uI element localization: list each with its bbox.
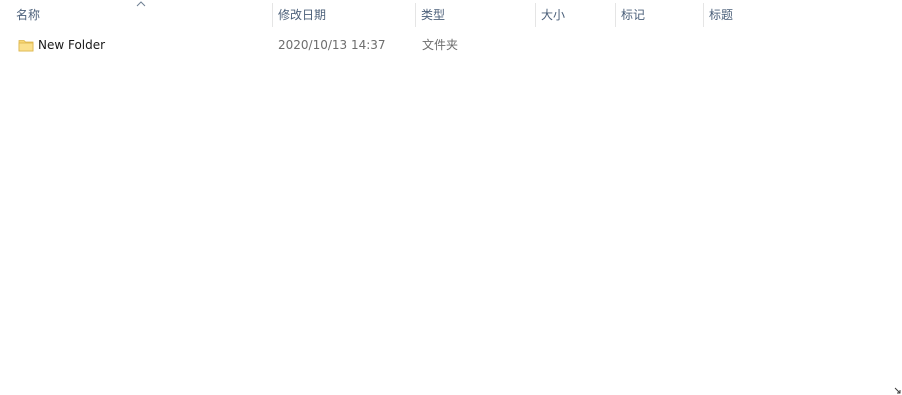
column-header-type[interactable]: 类型: [415, 0, 535, 30]
file-modified-date: 2020/10/13 14:37: [278, 38, 386, 52]
file-name: New Folder: [38, 38, 106, 52]
file-type: 文件夹: [422, 38, 459, 52]
column-header-row: 名称 修改日期 类型 大小 标记 标题: [0, 0, 902, 30]
column-header-modified[interactable]: 修改日期: [272, 0, 415, 30]
resize-grip-icon[interactable]: [894, 387, 902, 395]
list-item[interactable]: New Folder 2020/10/13 14:37 文件夹: [0, 34, 902, 56]
column-header-tags[interactable]: 标记: [615, 0, 703, 30]
column-header-name-label: 名称: [16, 8, 41, 22]
column-header-title-label: 标题: [709, 8, 734, 22]
column-header-modified-label: 修改日期: [278, 8, 327, 22]
column-header-tags-label: 标记: [621, 8, 646, 22]
column-header-title[interactable]: 标题: [703, 0, 893, 30]
file-list-view: 名称 修改日期 类型 大小 标记 标题 New Folder 2020/10/1…: [0, 0, 902, 395]
folder-icon: [18, 40, 34, 52]
column-header-type-label: 类型: [421, 8, 446, 22]
column-header-size[interactable]: 大小: [535, 0, 615, 30]
column-header-size-label: 大小: [541, 8, 566, 22]
chevron-up-icon: [136, 1, 146, 7]
